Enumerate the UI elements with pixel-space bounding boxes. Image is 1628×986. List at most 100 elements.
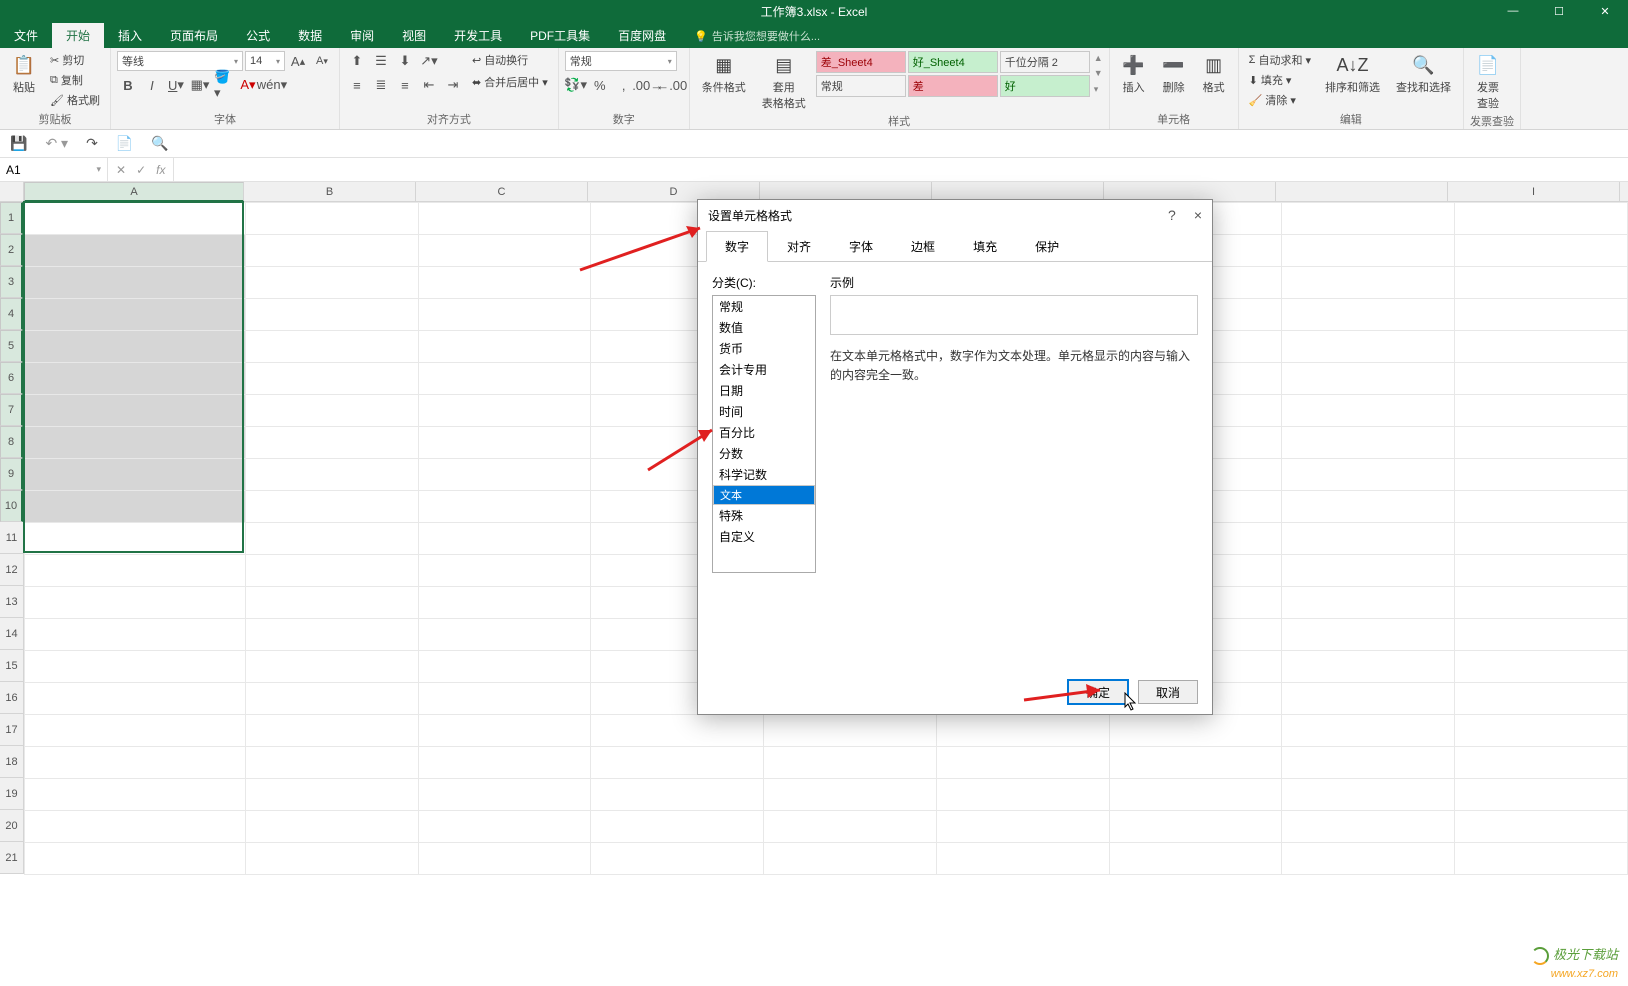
cell[interactable] [1455, 235, 1628, 267]
category-item-2[interactable]: 货币 [713, 338, 815, 359]
cell[interactable] [418, 459, 591, 491]
cell[interactable] [1455, 427, 1628, 459]
dialog-tab-0[interactable]: 数字 [706, 231, 768, 262]
cell[interactable] [1282, 683, 1455, 715]
cell[interactable] [1282, 235, 1455, 267]
tab-baidu[interactable]: 百度网盘 [604, 23, 680, 48]
cell[interactable] [936, 811, 1109, 843]
style-comma[interactable]: 千位分隔 2 [1000, 51, 1090, 73]
minimize-button[interactable]: — [1490, 0, 1536, 22]
row-header-7[interactable]: 7 [0, 394, 23, 426]
qat-button-2[interactable]: 🔍 [151, 135, 168, 152]
dialog-help-button[interactable]: ? [1168, 207, 1176, 223]
cell[interactable] [1282, 331, 1455, 363]
row-header-2[interactable]: 2 [0, 234, 23, 266]
cell[interactable] [1455, 811, 1628, 843]
italic-button[interactable]: I [141, 75, 163, 95]
cancel-button[interactable]: 取消 [1138, 680, 1198, 704]
cell[interactable] [418, 235, 591, 267]
cell[interactable] [25, 843, 246, 875]
cell[interactable] [1455, 683, 1628, 715]
row-header-1[interactable]: 1 [0, 202, 23, 234]
invoice-verify-button[interactable]: 📄发票 查验 [1470, 51, 1506, 113]
cell[interactable] [418, 523, 591, 555]
category-item-0[interactable]: 常规 [713, 296, 815, 317]
find-select-button[interactable]: 🔍查找和选择 [1390, 51, 1457, 97]
cell[interactable] [936, 747, 1109, 779]
column-header-H[interactable] [1276, 182, 1448, 201]
cell[interactable] [764, 715, 937, 747]
cell[interactable] [25, 555, 246, 587]
underline-button[interactable]: U▾ [165, 75, 187, 95]
cell[interactable] [418, 683, 591, 715]
cell[interactable] [1282, 555, 1455, 587]
cell[interactable] [1455, 459, 1628, 491]
category-item-3[interactable]: 会计专用 [713, 359, 815, 380]
cell[interactable] [25, 811, 246, 843]
save-button[interactable]: 💾 [10, 135, 27, 152]
cell[interactable] [1455, 651, 1628, 683]
cell[interactable] [418, 587, 591, 619]
cell[interactable] [1282, 459, 1455, 491]
gallery-down-button[interactable]: ▼ [1094, 68, 1103, 78]
close-button[interactable]: ✕ [1582, 0, 1628, 22]
cell[interactable] [1282, 779, 1455, 811]
formula-input[interactable] [174, 158, 1628, 181]
cell[interactable] [25, 747, 246, 779]
align-bottom-button[interactable]: ⬇ [394, 51, 416, 71]
cell[interactable] [245, 523, 418, 555]
style-good-sheet4[interactable]: 好_Sheet4 [908, 51, 998, 73]
cell[interactable] [1455, 267, 1628, 299]
cell[interactable] [936, 779, 1109, 811]
tab-review[interactable]: 审阅 [336, 23, 388, 48]
cell[interactable] [25, 427, 246, 459]
cell[interactable] [418, 619, 591, 651]
format-cells-button[interactable]: ▥格式 [1196, 51, 1232, 97]
sort-filter-button[interactable]: A↓Z排序和筛选 [1319, 51, 1386, 97]
cell[interactable] [245, 491, 418, 523]
cell[interactable] [1455, 747, 1628, 779]
column-header-B[interactable]: B [244, 182, 416, 201]
redo-button[interactable]: ↷ [86, 135, 98, 152]
cut-button[interactable]: ✂剪切 [46, 51, 104, 69]
cell[interactable] [1455, 555, 1628, 587]
cell[interactable] [1109, 747, 1282, 779]
cell[interactable] [245, 811, 418, 843]
cell[interactable] [1455, 619, 1628, 651]
dialog-tab-4[interactable]: 填充 [954, 231, 1016, 262]
border-button[interactable]: ▦▾ [189, 75, 211, 95]
cell[interactable] [418, 843, 591, 875]
category-item-4[interactable]: 日期 [713, 380, 815, 401]
cell[interactable] [591, 779, 764, 811]
row-header-21[interactable]: 21 [0, 842, 23, 874]
cell[interactable] [418, 747, 591, 779]
cell[interactable] [245, 235, 418, 267]
tab-home[interactable]: 开始 [52, 23, 104, 48]
column-header-A[interactable]: A [24, 182, 244, 202]
paste-button[interactable]: 📋 粘贴 [6, 51, 42, 97]
row-header-13[interactable]: 13 [0, 586, 23, 618]
decrease-decimal-button[interactable]: ←.00 [661, 75, 683, 95]
cell[interactable] [25, 619, 246, 651]
fill-color-button[interactable]: 🪣▾ [213, 75, 235, 95]
fx-button[interactable]: fx [156, 163, 165, 177]
cell[interactable] [1455, 843, 1628, 875]
cell[interactable] [418, 427, 591, 459]
style-good[interactable]: 好 [1000, 75, 1090, 97]
row-header-11[interactable]: 11 [0, 522, 23, 554]
tell-me[interactable]: 💡 告诉我您想要做什么... [694, 28, 820, 48]
cell[interactable] [1455, 587, 1628, 619]
cell[interactable] [25, 267, 246, 299]
cell[interactable] [1282, 523, 1455, 555]
cell[interactable] [1282, 587, 1455, 619]
cell[interactable] [1109, 779, 1282, 811]
cell[interactable] [25, 395, 246, 427]
increase-font-button[interactable]: A▴ [287, 51, 309, 71]
cell[interactable] [1455, 395, 1628, 427]
cell-styles-gallery[interactable]: 差_Sheet4 好_Sheet4 千位分隔 2 常规 差 好 [816, 51, 1090, 97]
cell[interactable] [1109, 715, 1282, 747]
cell[interactable] [245, 299, 418, 331]
dialog-tab-1[interactable]: 对齐 [768, 231, 830, 262]
cell[interactable] [418, 363, 591, 395]
ok-button[interactable]: 确定 [1068, 680, 1128, 704]
